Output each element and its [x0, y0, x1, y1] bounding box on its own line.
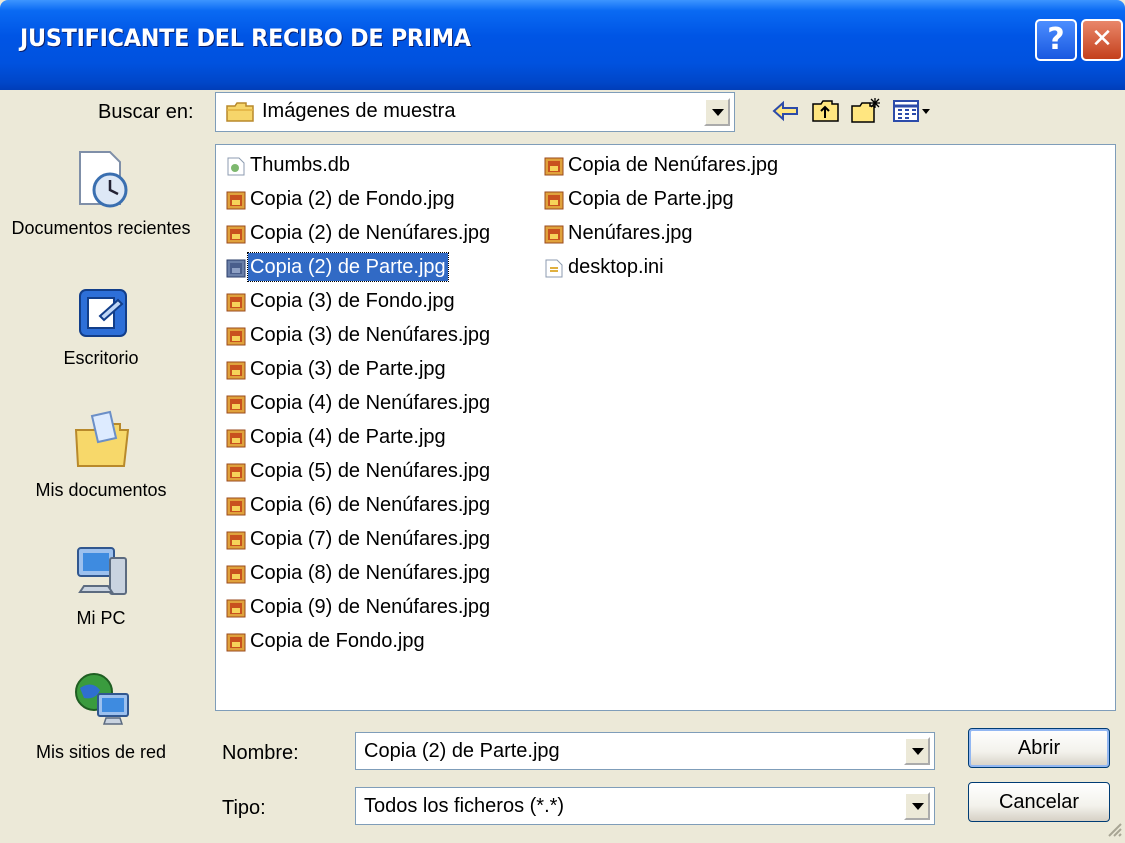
- new-folder-icon[interactable]: [850, 96, 882, 126]
- lookin-value: Imágenes de muestra: [262, 100, 456, 122]
- place-recent-label: Documentos recientes: [11, 218, 191, 238]
- my-documents-icon: [70, 408, 134, 472]
- file-name: Copia (4) de Nenúfares.jpg: [250, 392, 491, 414]
- jpg-file-icon: [544, 190, 564, 210]
- file-name: Copia (3) de Fondo.jpg: [250, 290, 455, 312]
- file-name: Copia de Parte.jpg: [568, 188, 734, 210]
- open-button[interactable]: Abrir: [968, 728, 1110, 768]
- place-mydocs-label: Mis documentos: [35, 480, 167, 500]
- filetype-dropdown-arrow[interactable]: [904, 792, 930, 820]
- file-name: Copia (2) de Nenúfares.jpg: [250, 222, 491, 244]
- jpg-file-icon: [226, 190, 246, 210]
- file-name: Copia (8) de Nenúfares.jpg: [250, 562, 491, 584]
- ini-file-icon: [544, 258, 564, 278]
- file-name: Copia (3) de Parte.jpg: [250, 358, 446, 380]
- file-name: Thumbs.db: [250, 154, 351, 176]
- filename-label: Nombre:: [222, 742, 299, 764]
- jpg-file-icon: [226, 428, 246, 448]
- jpg-file-icon: [226, 530, 246, 550]
- file-name: desktop.ini: [568, 256, 664, 278]
- file-name: Copia de Nenúfares.jpg: [568, 154, 779, 176]
- lookin-label: Buscar en:: [98, 101, 194, 123]
- jpg-file-icon: [544, 156, 564, 176]
- view-menu-icon[interactable]: [892, 96, 932, 126]
- filename-input[interactable]: Copia (2) de Parte.jpg: [355, 732, 935, 770]
- resize-grip-icon[interactable]: [1103, 818, 1123, 838]
- jpg-file-icon: [226, 258, 246, 278]
- file-name: Copia (6) de Nenúfares.jpg: [250, 494, 491, 516]
- file-list[interactable]: Thumbs.db Copia (2) de Fondo.jpg Copia (…: [215, 144, 1116, 711]
- jpg-file-icon: [226, 292, 246, 312]
- file-name: Copia (9) de Nenúfares.jpg: [250, 596, 491, 618]
- up-folder-icon[interactable]: [810, 96, 842, 126]
- folder-icon: [226, 102, 254, 122]
- filetype-select[interactable]: Todos los ficheros (*.*): [355, 787, 935, 825]
- my-computer-icon: [70, 540, 134, 604]
- file-name: Copia (3) de Nenúfares.jpg: [250, 324, 491, 346]
- file-name: Copia (2) de Fondo.jpg: [250, 188, 455, 210]
- window-title: JUSTIFICANTE DEL RECIBO DE PRIMA: [20, 24, 471, 52]
- filetype-label: Tipo:: [222, 797, 266, 819]
- recent-documents-icon: [70, 148, 134, 212]
- title-bar[interactable]: JUSTIFICANTE DEL RECIBO DE PRIMA ? ✕: [0, 0, 1125, 90]
- jpg-file-icon: [226, 326, 246, 346]
- db-file-icon: [226, 156, 246, 176]
- jpg-file-icon: [226, 224, 246, 244]
- place-mypc-label: Mi PC: [76, 608, 126, 628]
- jpg-file-icon: [226, 462, 246, 482]
- lookin-combo[interactable]: Imágenes de muestra: [215, 92, 735, 132]
- network-places-icon: [70, 668, 134, 732]
- filename-value: Copia (2) de Parte.jpg: [364, 740, 560, 762]
- jpg-file-icon: [226, 360, 246, 380]
- jpg-file-icon: [226, 394, 246, 414]
- file-name: Copia (4) de Parte.jpg: [250, 426, 446, 448]
- lookin-dropdown-arrow[interactable]: [704, 98, 730, 126]
- file-name: Copia de Fondo.jpg: [250, 630, 425, 652]
- help-button[interactable]: ?: [1035, 19, 1077, 61]
- back-icon[interactable]: [770, 96, 802, 126]
- close-button[interactable]: ✕: [1081, 19, 1123, 61]
- filename-dropdown-arrow[interactable]: [904, 737, 930, 765]
- jpg-file-icon: [226, 632, 246, 652]
- filetype-value: Todos los ficheros (*.*): [364, 795, 565, 817]
- jpg-file-icon: [226, 598, 246, 618]
- file-name: Copia (2) de Parte.jpg: [247, 252, 449, 282]
- file-name: Nenúfares.jpg: [568, 222, 693, 244]
- file-name: Copia (5) de Nenúfares.jpg: [250, 460, 491, 482]
- cancel-button[interactable]: Cancelar: [968, 782, 1110, 822]
- place-desktop-label: Escritorio: [63, 348, 139, 368]
- jpg-file-icon: [544, 224, 564, 244]
- file-name: Copia (7) de Nenúfares.jpg: [250, 528, 491, 550]
- desktop-icon: [70, 282, 134, 346]
- jpg-file-icon: [226, 496, 246, 516]
- jpg-file-icon: [226, 564, 246, 584]
- place-network-label: Mis sitios de red: [35, 742, 167, 762]
